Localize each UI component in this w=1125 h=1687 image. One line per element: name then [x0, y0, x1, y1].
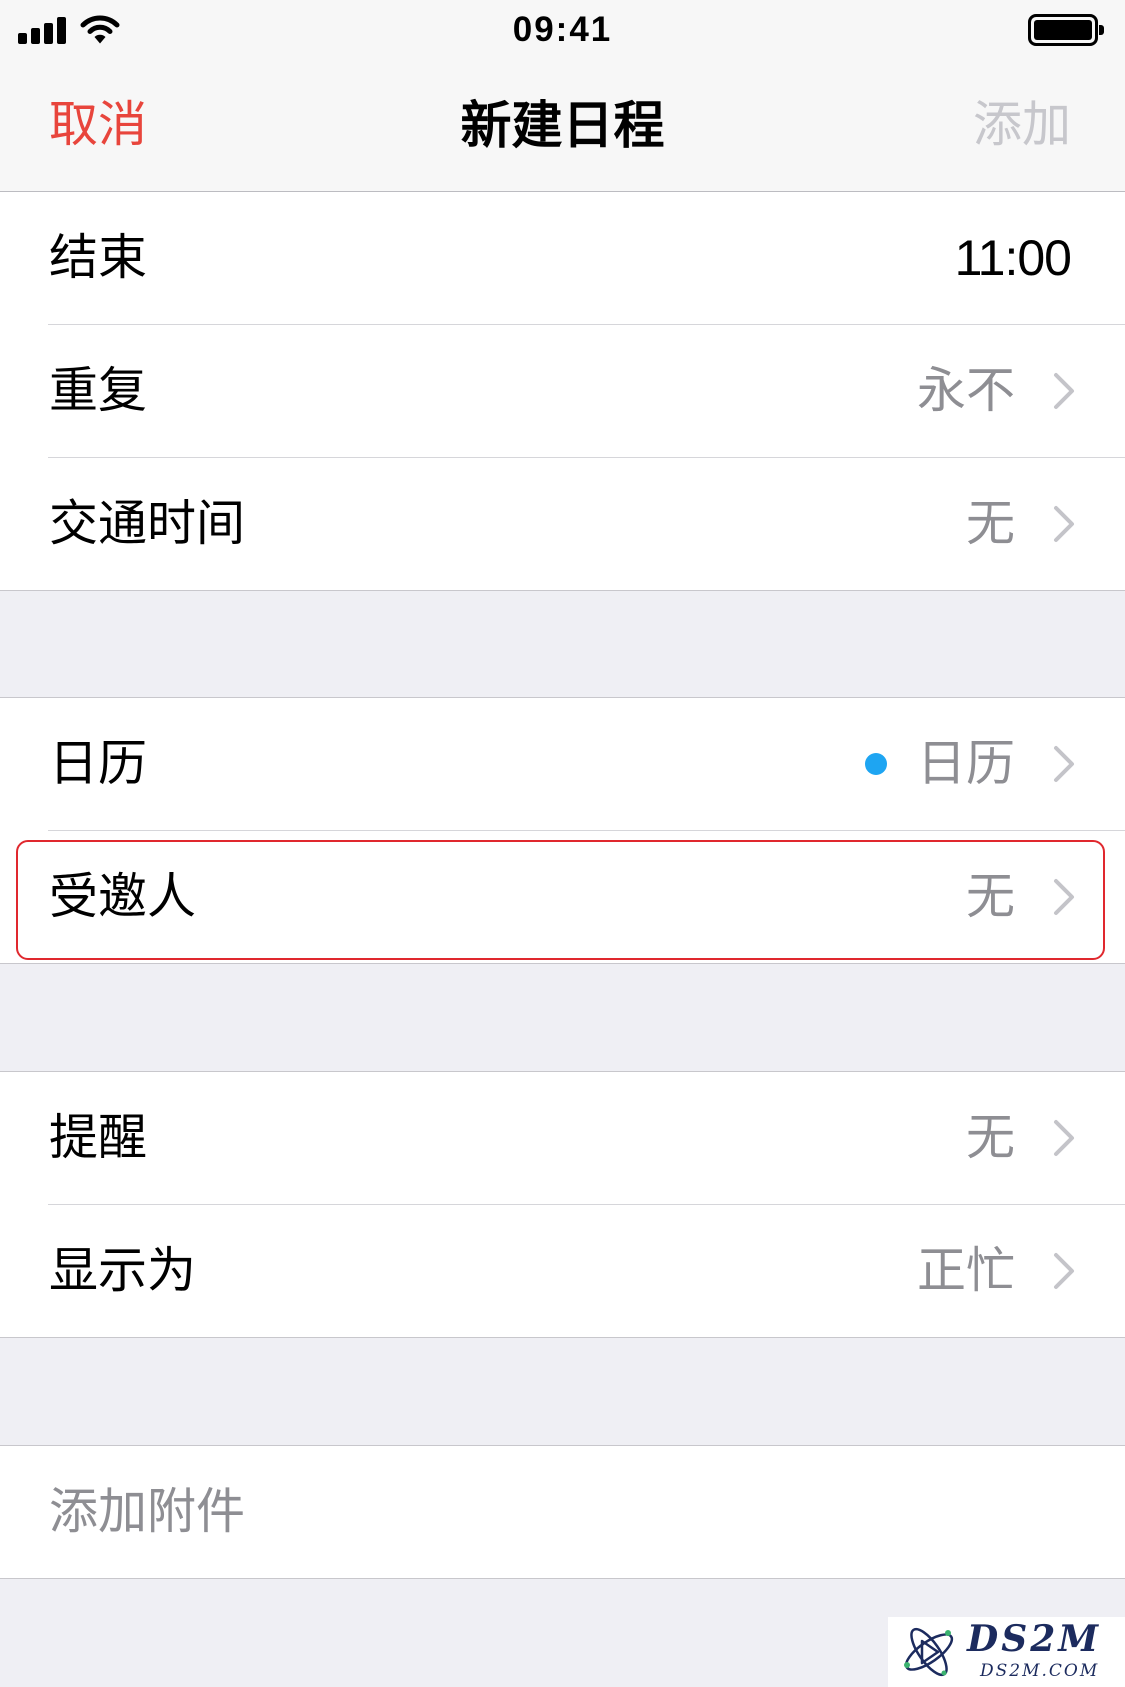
add-attachment-row[interactable]: 添加附件 — [0, 1446, 1125, 1579]
alert-label: 提醒 — [49, 1111, 148, 1165]
show-as-value: 正忙 — [916, 1244, 1015, 1298]
invitees-row[interactable]: 受邀人 无 — [0, 831, 1125, 964]
repeat-value: 永不 — [916, 364, 1015, 418]
show-as-row[interactable]: 显示为 正忙 — [0, 1205, 1125, 1338]
chevron-right-icon — [1054, 373, 1074, 409]
chevron-right-icon — [1054, 1120, 1074, 1156]
end-time-row[interactable]: 结束 11:00 — [0, 192, 1125, 325]
add-attachment-label: 添加附件 — [49, 1485, 246, 1539]
calendar-group: 日历 日历 受邀人 无 — [0, 697, 1125, 964]
header: 09:41 取消 新建日程 添加 — [0, 0, 1125, 192]
end-time-value: 11:00 — [954, 230, 1072, 286]
attachment-group: 添加附件 — [0, 1445, 1125, 1579]
chevron-right-icon — [1054, 1253, 1074, 1289]
status-time: 09:41 — [512, 10, 613, 49]
watermark-site-text: DS2M.COM — [980, 1661, 1100, 1681]
chevron-right-icon — [1054, 879, 1074, 915]
travel-time-row[interactable]: 交通时间 无 — [0, 458, 1125, 591]
calendar-label: 日历 — [49, 737, 148, 791]
invitees-label: 受邀人 — [49, 870, 197, 924]
travel-time-value: 无 — [965, 497, 1015, 551]
calendar-row[interactable]: 日历 日历 — [0, 698, 1125, 831]
calendar-color-dot-icon — [865, 753, 887, 775]
alert-value: 无 — [965, 1111, 1015, 1165]
add-button[interactable]: 添加 — [973, 60, 1071, 191]
watermark: DS2M DS2M.COM — [888, 1617, 1125, 1687]
chevron-right-icon — [1054, 506, 1074, 542]
show-as-label: 显示为 — [49, 1244, 197, 1298]
page-title: 新建日程 — [460, 97, 665, 154]
navigation-bar: 取消 新建日程 添加 — [0, 60, 1125, 191]
alert-row[interactable]: 提醒 无 — [0, 1072, 1125, 1205]
invitees-value: 无 — [965, 870, 1015, 924]
chevron-right-icon — [1054, 746, 1074, 782]
battery-icon — [1028, 14, 1104, 46]
timing-group: 结束 11:00 重复 永不 交通时间 无 — [0, 192, 1125, 591]
travel-time-label: 交通时间 — [49, 497, 246, 551]
alert-group: 提醒 无 显示为 正忙 — [0, 1071, 1125, 1338]
end-time-label: 结束 — [49, 231, 148, 285]
repeat-row[interactable]: 重复 永不 — [0, 325, 1125, 458]
repeat-label: 重复 — [49, 364, 148, 418]
watermark-logo-text: DS2M — [967, 1618, 1102, 1660]
status-bar: 09:41 — [0, 0, 1125, 60]
calendar-value: 日历 — [916, 737, 1015, 791]
watermark-atom-icon — [904, 1627, 954, 1677]
